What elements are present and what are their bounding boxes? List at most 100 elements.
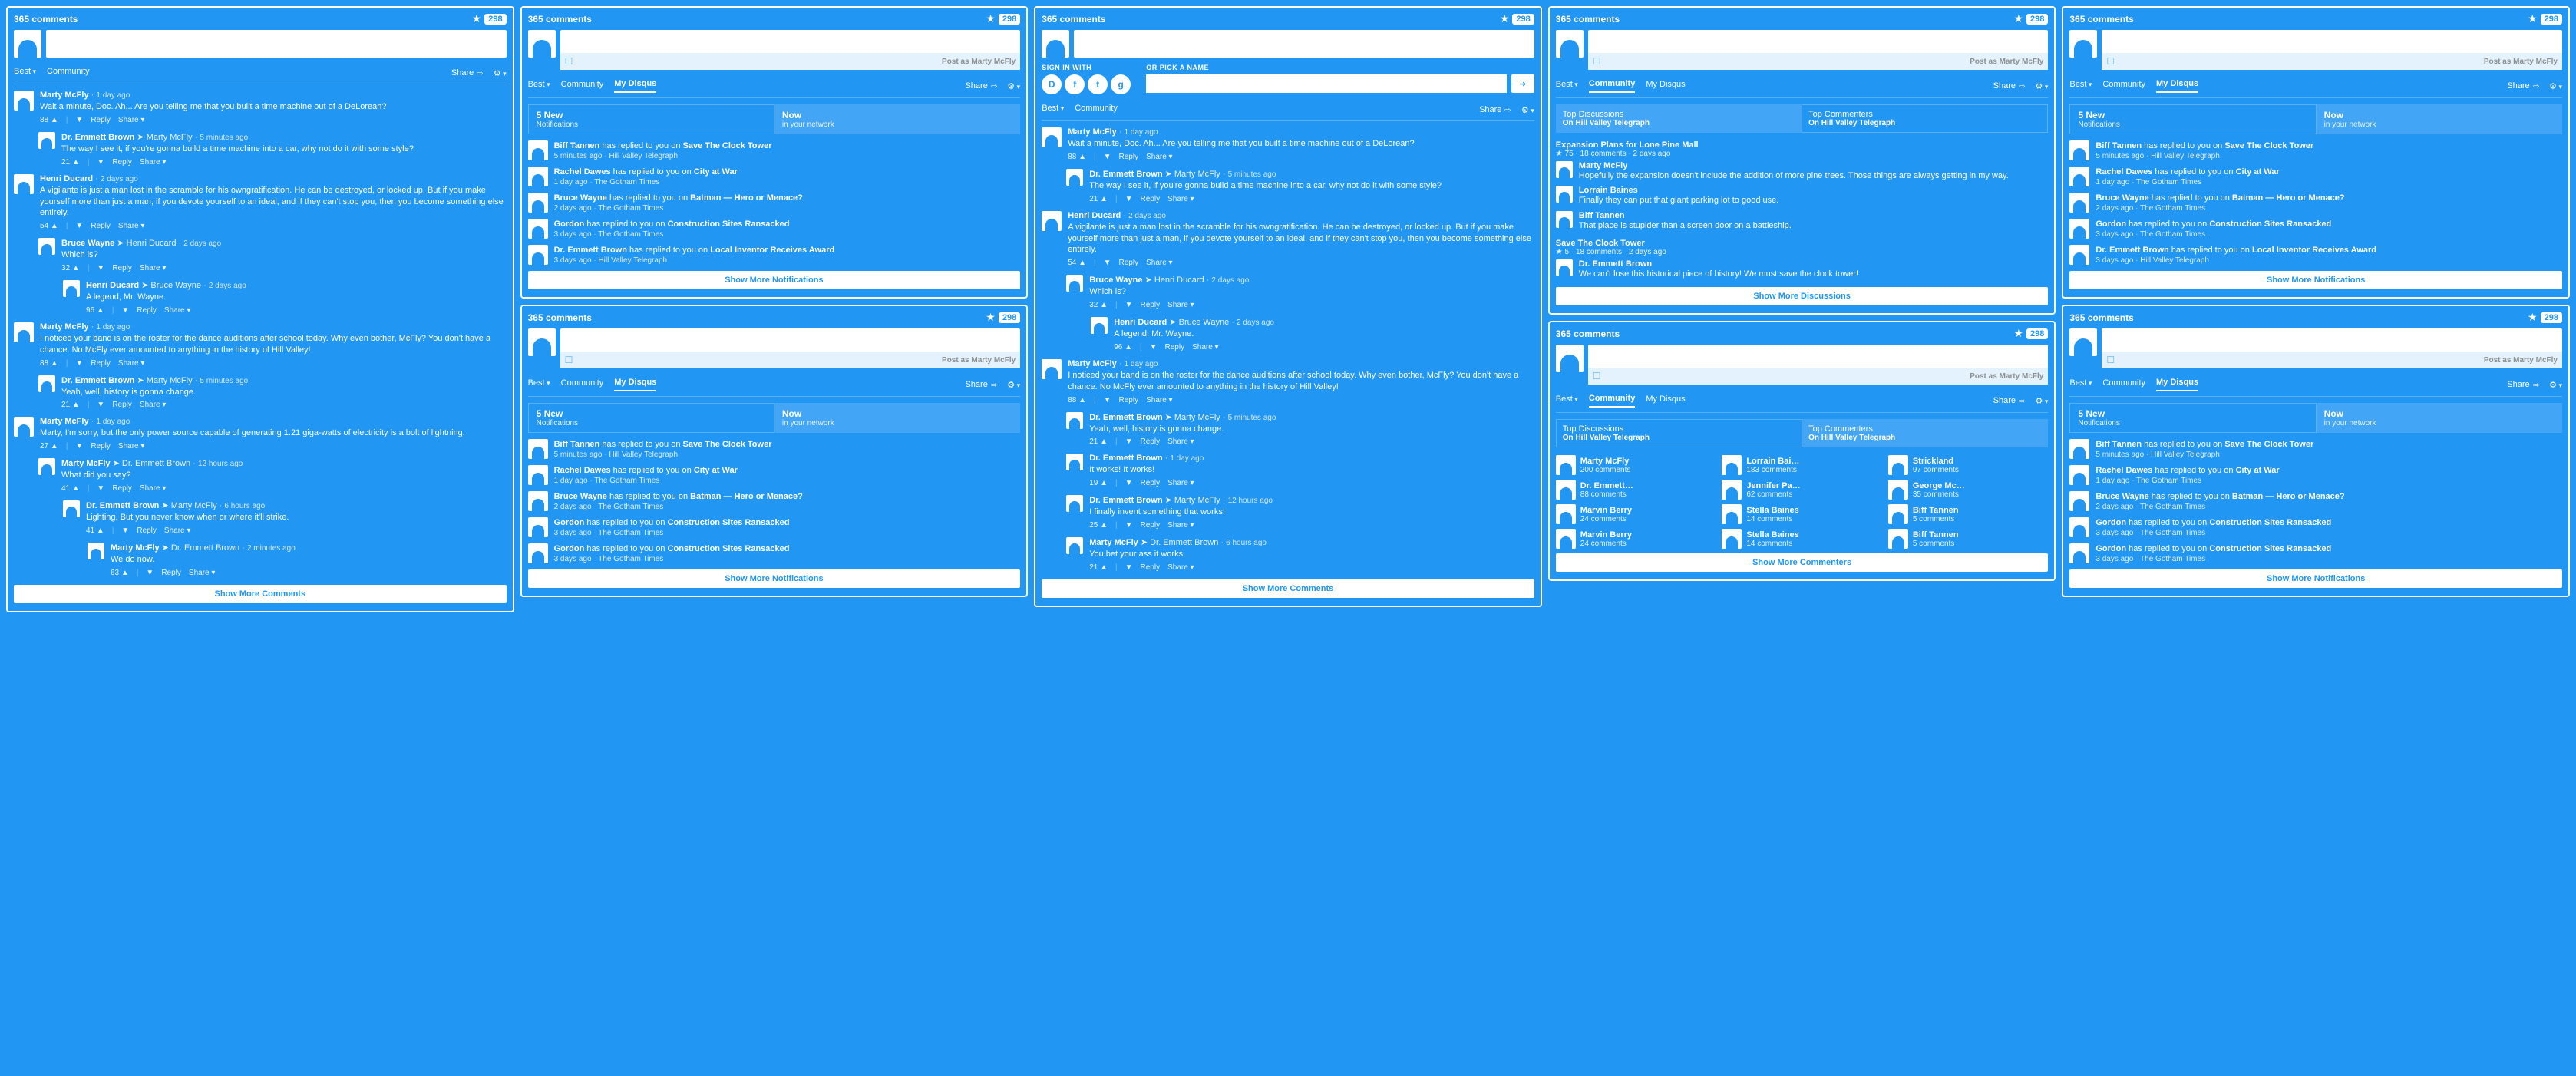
reply-button[interactable]: Reply [1141,521,1161,530]
star-icon[interactable]: ★ [1500,12,1510,25]
gear-icon[interactable] [1007,380,1020,390]
tab-my-disqus[interactable]: My Disqus [614,378,656,391]
commenter-item[interactable]: Biff Tannen 5 comments [1888,529,2049,549]
compose-input[interactable]: ☐ Post as Marty McFly [1588,30,2049,70]
tab-top-commenters[interactable]: Top Commenters On Hill Valley Telegraph [1802,104,2048,133]
commenter-item[interactable]: George McFly 35 comments [1888,480,2049,500]
share-button[interactable]: Share ▾ [1167,437,1194,446]
tab-my-disqus[interactable]: My Disqus [2156,79,2198,93]
discussion-item[interactable]: Expansion Plans for Lone Pine Mall ★ 75 … [1556,140,2049,231]
share-button[interactable]: Share ▾ [1146,396,1172,404]
sort-dropdown[interactable]: Best [1556,394,1578,407]
avatar[interactable] [14,417,34,437]
avatar[interactable] [1042,127,1062,147]
sort-dropdown[interactable]: Best [528,80,550,92]
downvote-button[interactable]: ▼ [1125,521,1133,530]
upvote-button[interactable]: 27 ▲ [40,442,58,451]
downvote-button[interactable]: ▼ [75,442,83,451]
tab-top-discussions[interactable]: Top Discussions On Hill Valley Telegraph [1556,419,1802,447]
avatar[interactable] [14,322,34,342]
show-more-comments-button[interactable]: Show More Comments [1042,579,1534,598]
avatar[interactable] [1066,169,1083,186]
notification-item[interactable]: Rachel Dawes has replied to you on City … [2069,465,2562,485]
avatar[interactable] [38,375,55,392]
sort-dropdown[interactable]: Best [2069,80,2092,92]
sort-dropdown[interactable]: Best [2069,378,2092,391]
reply-button[interactable]: Reply [1141,301,1161,309]
notification-item[interactable]: Rachel Dawes has replied to you on City … [2069,167,2562,186]
show-more-notifications-button[interactable]: Show More Notifications [528,271,1021,289]
go-button[interactable]: ➜ [1511,74,1534,93]
gear-icon[interactable] [2549,81,2562,91]
downvote-button[interactable]: ▼ [97,158,104,167]
tab-community[interactable]: Community [561,80,604,92]
post-as-button[interactable]: Post as Marty McFly [1970,372,2043,381]
upvote-button[interactable]: 54 ▲ [40,222,58,230]
share-button[interactable]: Share ▾ [1167,479,1194,487]
avatar[interactable] [38,238,55,255]
share-button[interactable]: Share [2507,380,2538,389]
avatar[interactable] [1091,317,1108,334]
avatar[interactable] [528,30,556,58]
share-button[interactable]: Share [451,68,483,78]
notification-item[interactable]: Bruce Wayne has replied to you on Batman… [2069,491,2562,511]
share-button[interactable]: Share [1993,81,2025,91]
share-button[interactable]: Share ▾ [140,264,166,272]
notification-item[interactable]: Dr. Emmett Brown has replied to you on L… [2069,245,2562,265]
reply-button[interactable]: Reply [1141,479,1161,487]
avatar[interactable] [1066,537,1083,554]
avatar[interactable] [1066,495,1083,512]
tab-community[interactable]: Community [1589,394,1636,408]
sort-dropdown[interactable]: Best [528,378,550,391]
reply-button[interactable]: Reply [1165,343,1185,352]
commenter-item[interactable]: Stella Baines 14 comments [1722,529,1882,549]
gear-icon[interactable] [2035,81,2048,91]
compose-input[interactable] [46,30,507,58]
notification-item[interactable]: Bruce Wayne has replied to you on Batman… [528,193,1021,213]
share-button[interactable]: Share ▾ [189,569,215,577]
tab-top-discussions[interactable]: Top Discussions On Hill Valley Telegraph [1556,104,1802,133]
upvote-button[interactable]: 41 ▲ [61,484,80,493]
downvote-button[interactable]: ▼ [75,359,83,368]
gear-icon[interactable] [2035,396,2048,406]
share-button[interactable]: Share ▾ [1146,259,1172,267]
avatar[interactable] [1556,30,1584,58]
show-more-comments-button[interactable]: Show More Comments [14,585,507,603]
tab-my-disqus[interactable]: My Disqus [2156,378,2198,391]
post-as-button[interactable]: Post as Marty McFly [942,58,1016,66]
share-button[interactable]: Share ▾ [1167,301,1194,309]
reply-button[interactable]: Reply [1119,153,1139,161]
avatar[interactable] [1042,30,1069,58]
share-button[interactable]: Share ▾ [1167,563,1194,572]
share-button[interactable]: Share [1993,396,2025,405]
downvote-button[interactable]: ▼ [1125,301,1133,309]
twitter-icon[interactable]: t [1088,74,1108,94]
avatar[interactable] [1066,412,1083,429]
reply-button[interactable]: Reply [1141,195,1161,203]
reply-button[interactable]: Reply [91,116,111,124]
downvote-button[interactable]: ▼ [1125,437,1133,446]
share-button[interactable]: Share ▾ [164,306,190,315]
gear-icon[interactable] [2549,380,2562,390]
share-button[interactable]: Share ▾ [118,442,144,451]
notification-item[interactable]: Dr. Emmett Brown has replied to you on L… [528,245,1021,265]
share-button[interactable]: Share ▾ [118,222,144,230]
reply-button[interactable]: Reply [91,359,111,368]
share-button[interactable]: Share ▾ [140,158,166,167]
reply-button[interactable]: Reply [161,569,181,577]
avatar[interactable] [63,500,80,517]
notification-item[interactable]: Bruce Wayne has replied to you on Batman… [2069,193,2562,213]
avatar[interactable] [1556,345,1584,372]
commenter-item[interactable]: Marty McFly 200 comments [1556,455,1716,475]
avatar[interactable] [88,543,104,559]
image-icon[interactable]: ☐ [2106,355,2115,365]
upvote-button[interactable]: 63 ▲ [111,569,129,577]
gear-icon[interactable] [1521,105,1534,115]
show-more-notifications-button[interactable]: Show More Notifications [528,569,1021,588]
avatar[interactable] [14,174,34,194]
star-icon[interactable]: ★ [986,311,996,324]
notification-item[interactable]: Biff Tannen has replied to you on Save T… [2069,140,2562,160]
reply-button[interactable]: Reply [1141,437,1161,446]
avatar[interactable] [1042,211,1062,231]
reply-button[interactable]: Reply [91,442,111,451]
